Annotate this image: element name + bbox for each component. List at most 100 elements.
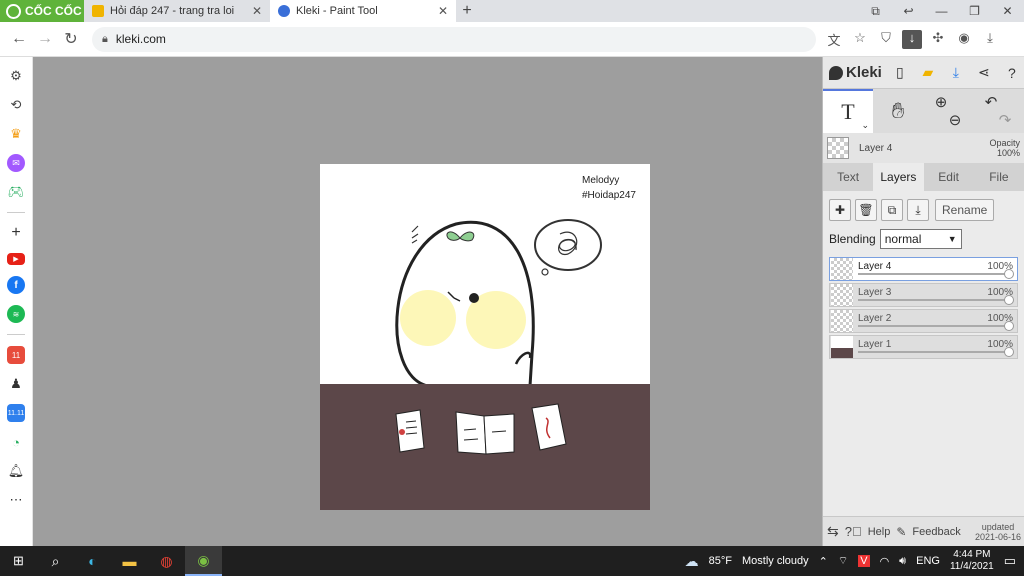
antivirus-icon[interactable]: V [858, 555, 870, 567]
chevron-up-icon[interactable]: ⌃ [819, 555, 828, 568]
layer-opacity-slider[interactable] [858, 325, 1009, 327]
maps-icon[interactable]: ◔ [7, 433, 25, 451]
profile-icon[interactable]: ◉ [954, 30, 974, 49]
tab-file[interactable]: File [974, 163, 1024, 191]
character-eye [469, 293, 479, 303]
clock[interactable]: 4:44 PM 11/4/2021 [950, 549, 994, 573]
minimize-button[interactable]: — [925, 4, 958, 18]
shield-icon[interactable]: ⛉ [876, 30, 896, 49]
coccoc-taskbar-icon[interactable]: ◉ [185, 546, 222, 576]
new-image-icon[interactable]: ▯ [890, 64, 910, 81]
layer-item-2[interactable]: Layer 2 100% [829, 309, 1018, 333]
open-folder-icon[interactable]: ▰ [918, 64, 938, 81]
translate-icon[interactable]: 文 [824, 30, 844, 49]
duplicate-layer-button[interactable]: ⧉ [881, 199, 903, 221]
forward-button[interactable]: → [32, 30, 58, 48]
messenger-icon[interactable]: ✉ [7, 154, 25, 172]
bell-icon[interactable]: 🔔︎ [7, 462, 25, 480]
close-icon[interactable]: ✕ [438, 4, 448, 18]
layer-opacity-handle[interactable] [1004, 295, 1014, 305]
network-icon[interactable]: ⌔ [838, 554, 848, 568]
merge-layer-button[interactable]: ⤓ [907, 199, 929, 221]
weather-desc[interactable]: Mostly cloudy [742, 555, 809, 567]
tab-layers[interactable]: Layers [873, 163, 924, 191]
wifi-icon[interactable]: ◠ [880, 555, 890, 568]
windows-taskbar: ⊞ ⌕ ◐ ▬ ◍ ◉ ☁ 85°F Mostly cloudy ⌃ ⌔ V ◠… [0, 546, 1024, 576]
close-icon[interactable]: ✕ [252, 4, 262, 18]
close-window-button[interactable]: ✕ [991, 4, 1024, 18]
layer-item-1[interactable]: Layer 1 100% [829, 335, 1018, 359]
kleki-logo-text: Kleki [846, 64, 882, 81]
crown-icon[interactable]: ♛ [7, 125, 25, 143]
back-button[interactable]: ← [6, 30, 32, 48]
zoom-in-icon[interactable]: ⊕ [935, 93, 948, 111]
feedback-link[interactable]: Feedback [912, 526, 960, 538]
coccoc-menu-button[interactable]: CỐC CỐC [0, 0, 84, 22]
tab-hoidap[interactable]: Hỏi đáp 247 - trang tra loi ✕ [84, 0, 270, 22]
tab-text[interactable]: Text [823, 163, 873, 191]
kleki-favicon-icon [278, 5, 290, 17]
add-layer-button[interactable]: ✚ [829, 199, 851, 221]
shop-icon[interactable]: 11 [7, 346, 25, 364]
address-bar[interactable]: 🔒︎ kleki.com [92, 26, 816, 52]
reload-button[interactable]: ↻ [58, 29, 84, 49]
sale-icon[interactable]: 11.11 [7, 404, 25, 422]
undo-icon[interactable]: ↶ [985, 93, 998, 111]
avatar-icon[interactable]: ♟ [7, 375, 25, 393]
downloads-icon[interactable]: ⤓ [980, 30, 1000, 49]
download-page-icon[interactable]: ↓ [902, 29, 922, 49]
thought-dot [541, 268, 549, 276]
blending-label: Blending [829, 232, 876, 246]
chrome-icon[interactable]: ◍ [148, 546, 185, 576]
new-tab-button[interactable]: + [456, 0, 478, 22]
weather-temp[interactable]: 85°F [709, 555, 732, 567]
layer-opacity-handle[interactable] [1004, 321, 1014, 331]
layer-item-3[interactable]: Layer 3 100% [829, 283, 1018, 307]
blending-value: normal [884, 232, 922, 246]
more-icon[interactable]: ⋯ [7, 491, 25, 509]
layer-opacity-handle[interactable] [1004, 347, 1014, 357]
youtube-icon[interactable]: ▶ [7, 253, 25, 265]
layer-item-4[interactable]: Layer 4 100% [829, 257, 1018, 281]
layer-opacity-slider[interactable] [858, 273, 1009, 275]
gear-icon[interactable]: ⚙ [7, 67, 25, 85]
swap-sides-icon[interactable]: ⇆ [827, 523, 839, 540]
extensions-icon[interactable]: ✣ [928, 30, 948, 49]
tab-kleki[interactable]: Kleki - Paint Tool ✕ [270, 0, 456, 22]
layer-opacity-handle[interactable] [1004, 269, 1014, 279]
file-explorer-icon[interactable]: ▬ [111, 546, 148, 576]
drawing-canvas[interactable]: Melodyy #Hoidap247 [320, 164, 650, 510]
windows-start-icon[interactable]: ⊞ [0, 546, 37, 576]
rename-layer-button[interactable]: Rename [935, 199, 995, 221]
facebook-icon[interactable]: f [7, 276, 25, 294]
edge-icon[interactable]: ◐ [74, 546, 111, 576]
help-link[interactable]: Help [868, 526, 891, 538]
screen-capture-icon[interactable]: ⧉ [859, 4, 892, 19]
watermark-line2: #Hoidap247 [582, 190, 636, 201]
zoom-out-icon[interactable]: ⊖ [949, 111, 962, 129]
delete-layer-button[interactable]: 🗑︎ [855, 199, 877, 221]
plus-icon[interactable]: + [7, 224, 25, 242]
hand-tool-button[interactable]: ✋︎ [873, 89, 923, 133]
text-tool-button[interactable]: T ⌄ [823, 89, 873, 133]
spotify-icon[interactable]: ≋ [7, 305, 25, 323]
layer-opacity-slider[interactable] [858, 299, 1009, 301]
help-circle-icon[interactable]: ? [1002, 65, 1022, 81]
maximize-button[interactable]: ❐ [958, 4, 991, 18]
history-icon[interactable]: ⟲ [7, 96, 25, 114]
tab-edit[interactable]: Edit [924, 163, 974, 191]
volume-icon[interactable]: 🔊︎ [899, 555, 906, 568]
blending-select[interactable]: normal ▼ [879, 229, 962, 249]
save-download-icon[interactable]: ⤓ [946, 64, 966, 81]
notification-icon[interactable]: ▭ [1004, 553, 1016, 569]
layer-opacity-slider[interactable] [858, 351, 1009, 353]
games-icon[interactable]: 🎮︎ [7, 183, 25, 201]
canvas-workspace[interactable]: Melodyy #Hoidap247 [33, 57, 822, 546]
bookmark-star-icon[interactable]: ☆ [850, 30, 870, 49]
search-icon[interactable]: ⌕ [37, 546, 74, 576]
restore-arrow-icon[interactable]: ↩ [892, 4, 925, 18]
kleki-logo[interactable]: Kleki [829, 64, 882, 81]
language-indicator[interactable]: ENG [916, 555, 940, 567]
share-icon[interactable]: ⋖ [974, 64, 994, 81]
redo-icon[interactable]: ↷ [999, 111, 1012, 129]
